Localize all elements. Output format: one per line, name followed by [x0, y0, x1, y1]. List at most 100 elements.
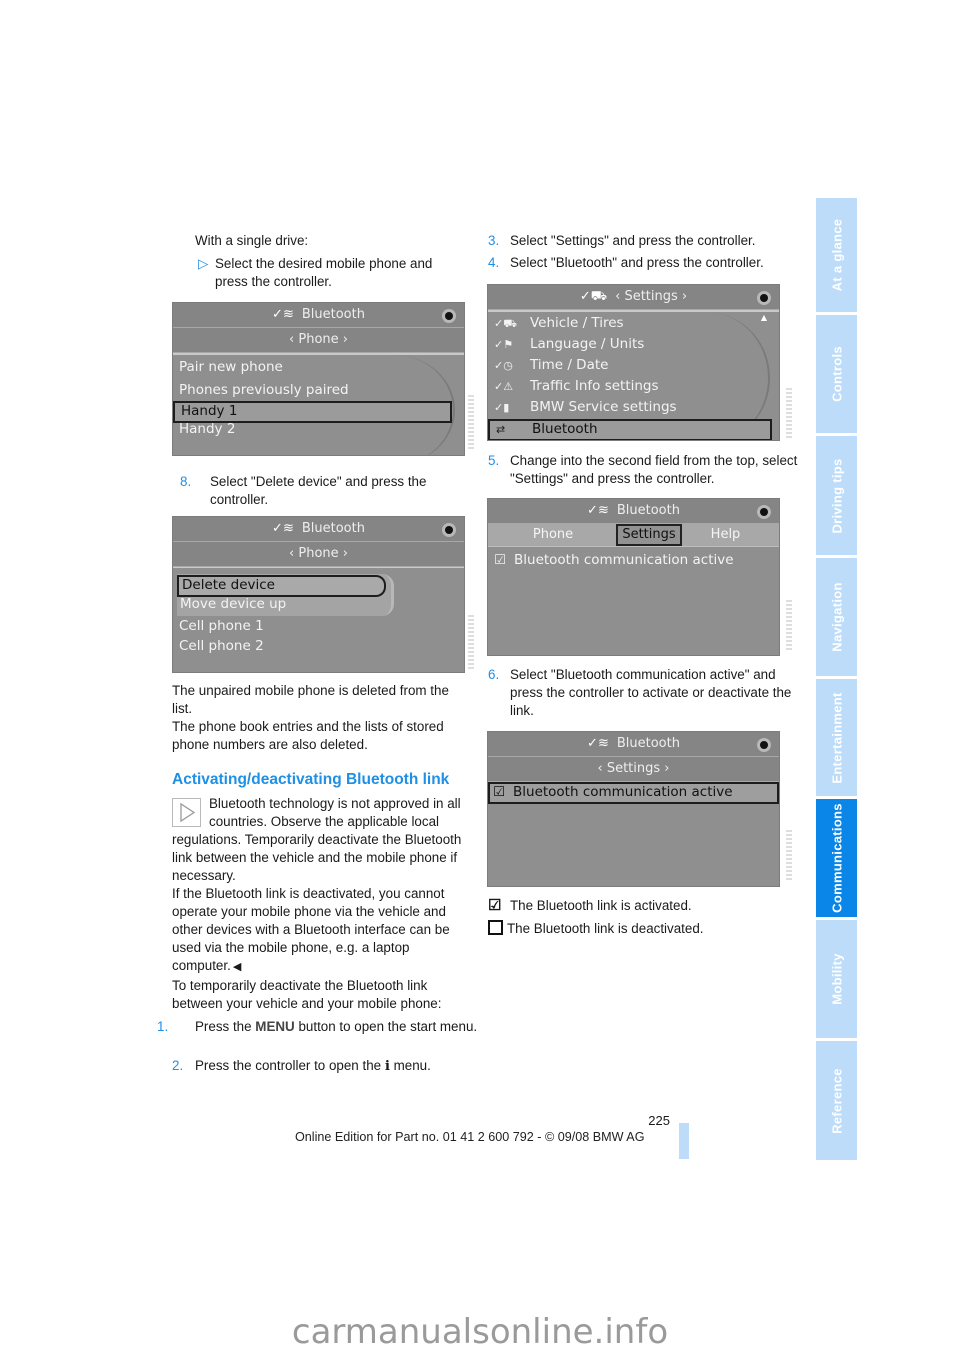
menu-item-label: Bluetooth: [532, 421, 598, 437]
note-text: Bluetooth technology is not approved in …: [172, 795, 464, 885]
step-4: 4. Select "Bluetooth" and press the contr…: [488, 254, 788, 272]
settings-car-icon: ✓⛟: [579, 289, 608, 304]
step-text: Press the: [195, 1019, 256, 1034]
paragraph: To temporarily deactivate the Bluetooth …: [172, 978, 442, 1011]
legend-activated: ☑ The Bluetooth link is activated.: [488, 897, 788, 915]
sidebar-tab-entertainment[interactable]: Entertainment: [816, 679, 857, 796]
screen-title: Bluetooth: [616, 736, 680, 751]
controller-icon: [755, 289, 773, 307]
service-icon: ✓▮: [494, 401, 510, 414]
note-body: If the Bluetooth link is deactivated, yo…: [172, 886, 450, 973]
image-id-mark: [786, 600, 792, 650]
screen-subtitle-bar: ‹ Phone ›: [173, 542, 464, 567]
step-8: 8. Select "Delete device" and press the c…: [180, 473, 480, 509]
idrive-screen-settings-menu: ✓⛟ ‹ Settings › ▲ ✓⛟ Vehicle / Tires ✓⚑ Lan…: [487, 284, 780, 441]
bluetooth-icon: ⇄: [496, 423, 506, 436]
sidebar-tab-navigation[interactable]: Navigation: [816, 558, 857, 676]
bluetooth-settings-icon: ✓≋: [272, 307, 294, 322]
option-label: Bluetooth communication active: [513, 784, 733, 800]
menu-item[interactable]: Phones previously paired: [179, 382, 349, 398]
step-number: 8.: [180, 474, 192, 489]
bullet-text: Select the desired mobile phone and pres…: [215, 256, 433, 289]
clock-icon: ✓◷: [494, 359, 513, 372]
step-number: 4.: [488, 255, 500, 270]
screen-title: Bluetooth: [301, 307, 365, 322]
step-text: Select "Bluetooth communication active" …: [510, 667, 792, 718]
step-number: 2.: [172, 1058, 184, 1073]
screen-title: Bluetooth: [301, 521, 365, 536]
bluetooth-settings-icon: ✓≋: [587, 503, 609, 518]
bluetooth-settings-icon: ✓≋: [272, 521, 294, 536]
sidebar-tab-mobility[interactable]: Mobility: [816, 920, 857, 1038]
warning-icon: ✓⚠: [494, 380, 514, 393]
sidebar-tab-label: Driving tips: [829, 457, 844, 534]
sidebar-tab-label: Controls: [829, 346, 844, 402]
screen-title: Bluetooth: [616, 503, 680, 518]
popup-item-selected[interactable]: Delete device: [177, 575, 386, 597]
legend-deactivated: The Bluetooth link is deactivated.: [488, 920, 788, 938]
sidebar-tab-reference[interactable]: Reference: [816, 1041, 857, 1160]
menu-item-label: Traffic Info settings: [530, 378, 659, 394]
sidebar-tab-label: Entertainment: [829, 691, 844, 784]
checkbox-option[interactable]: ☑ Bluetooth communication active: [494, 552, 734, 568]
sidebar-tab-communications[interactable]: Communications: [816, 799, 857, 917]
image-id-mark: [468, 395, 474, 450]
sidebar-tab-at-a-glance[interactable]: At a glance: [816, 198, 857, 312]
screen-title-bar: ✓≋ Bluetooth: [173, 517, 464, 542]
step-5: 5. Change into the second field from the …: [488, 452, 810, 488]
step-text: Select "Delete device" and press the con…: [210, 474, 427, 507]
paragraph: The phone book entries and the lists of …: [172, 719, 444, 752]
sidebar-tab-controls[interactable]: Controls: [816, 315, 857, 433]
sidebar-tab-driving-tips[interactable]: Driving tips: [816, 436, 857, 555]
menu-item[interactable]: ✓⚠ Traffic Info settings: [494, 378, 659, 394]
menu-item[interactable]: ✓◷ Time / Date: [494, 357, 608, 373]
scroll-up-icon[interactable]: ▲: [761, 313, 767, 322]
bullet-arrow-icon: ▷: [198, 256, 209, 271]
step-text: Press the controller to open the: [195, 1058, 385, 1073]
menu-item[interactable]: Handy 2: [179, 421, 235, 437]
checkbox-option-selected[interactable]: ☑ Bluetooth communication active: [488, 782, 779, 804]
controller-icon: [755, 503, 773, 521]
controller-icon: [755, 736, 773, 754]
end-mark-icon: ◀: [232, 961, 242, 973]
screen-title-bar: ✓⛟ ‹ Settings ›: [488, 285, 779, 310]
footer-marker: [679, 1123, 689, 1159]
controller-icon: [440, 521, 458, 539]
screen-title-bar: ✓≋ Bluetooth: [173, 303, 464, 328]
idrive-screen-bluetooth-tabs: ✓≋ Bluetooth Phone Settings Help ☑ Bluetoo…: [487, 498, 780, 656]
sidebar-tab-label: Communications: [829, 803, 844, 913]
screen-subtitle: ‹ Phone ›: [289, 332, 348, 347]
menu-item-label: Language / Units: [530, 336, 645, 352]
paragraph: The unpaired mobile phone is deleted fro…: [172, 683, 449, 716]
menu-item[interactable]: Pair new phone: [179, 359, 283, 375]
step-text: Select "Settings" and press the controll…: [510, 233, 756, 248]
screen-subtitle: ‹ Phone ›: [289, 546, 348, 561]
step-2: 2. Press the controller to open the i men…: [172, 1057, 464, 1075]
intro-text: With a single drive:: [195, 233, 309, 248]
vehicle-icon: ✓⛟: [494, 317, 518, 330]
menu-item-selected[interactable]: ⇄ Bluetooth: [488, 419, 772, 440]
menu-item[interactable]: ✓⚑ Language / Units: [494, 336, 644, 352]
screen-subtitle-bar: ‹ Settings ›: [488, 757, 779, 782]
menu-item[interactable]: ✓▮ BMW Service settings: [494, 399, 677, 415]
tab-phone[interactable]: Phone: [508, 526, 598, 544]
menu-item-selected[interactable]: Handy 1: [173, 401, 452, 423]
menu-item[interactable]: Cell phone 2: [179, 638, 264, 654]
watermark[interactable]: carmanualsonline.info: [0, 1312, 960, 1358]
checkbox-empty-icon: [488, 920, 503, 935]
tab-settings[interactable]: Settings: [616, 524, 682, 546]
step-3: 3. Select "Settings" and press the contro…: [488, 232, 788, 250]
sidebar-tab-label: Mobility: [829, 953, 844, 1005]
step-number: 6.: [488, 667, 500, 682]
menu-item[interactable]: Cell phone 1: [179, 618, 264, 634]
screen-subtitle: ‹ Settings ›: [597, 761, 670, 776]
legend-text: The Bluetooth link is deactivated.: [507, 921, 704, 936]
option-label: Bluetooth communication active: [514, 552, 734, 568]
menu-key-icon: MENU: [255, 1019, 295, 1034]
idrive-screen-phone-list: ✓≋ Bluetooth ‹ Phone › Pair new phone Pho…: [172, 302, 465, 456]
popup-item[interactable]: Move device up: [180, 596, 286, 612]
section-heading: Activating/deactivating Bluetooth link: [172, 771, 450, 788]
sidebar-tab-label: Reference: [829, 1067, 844, 1134]
menu-item[interactable]: ✓⛟ Vehicle / Tires: [494, 315, 624, 332]
tab-help[interactable]: Help: [688, 526, 763, 544]
